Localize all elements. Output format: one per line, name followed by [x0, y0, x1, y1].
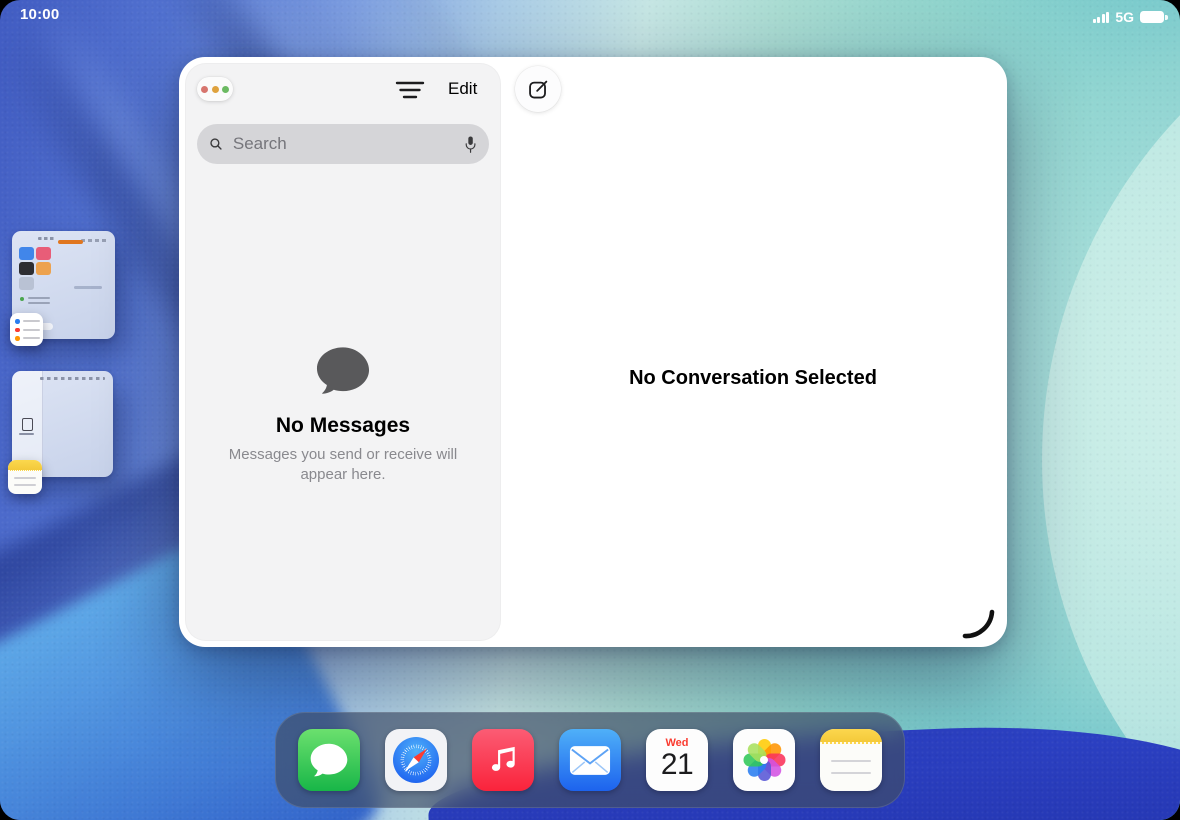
music-note-icon	[491, 746, 515, 771]
battery-icon	[1140, 11, 1168, 23]
thumb-toolbar-dashes	[81, 239, 107, 242]
dock-icon-mail[interactable]	[559, 729, 621, 791]
network-type-label: 5G	[1115, 9, 1134, 25]
thumb-toolbar-dashes	[38, 237, 56, 240]
ipad-screen: 10:00 5G Edit Search No Messages Message…	[0, 0, 1180, 820]
filter-button[interactable]	[395, 78, 425, 102]
dock-icon-safari[interactable]	[385, 729, 447, 791]
compose-button[interactable]	[515, 66, 561, 112]
search-field[interactable]	[197, 124, 489, 164]
edit-button[interactable]: Edit	[448, 79, 477, 99]
empty-state-title: No Messages	[275, 414, 411, 437]
minimize-dot-icon	[211, 85, 219, 93]
empty-state-subtitle: Messages you send or receive will appear…	[228, 446, 458, 484]
search-icon	[210, 138, 222, 150]
filter-lines-icon	[395, 81, 425, 99]
dock-icon-messages[interactable]	[298, 729, 360, 791]
thumb-placeholder-text	[74, 286, 102, 289]
notes-app-icon[interactable]	[8, 460, 42, 494]
status-right-cluster: 5G	[1092, 9, 1168, 25]
messages-bubble-icon	[310, 743, 348, 777]
thumb-tiles	[19, 247, 52, 290]
thumb-title-bar	[58, 240, 83, 244]
thumb-doc-label	[19, 433, 34, 435]
conversation-sidebar: Edit No Messages Messages you se	[185, 63, 501, 641]
status-time: 10:00	[20, 6, 60, 23]
compass-icon	[393, 737, 439, 783]
dock-icon-notes[interactable]	[820, 729, 882, 791]
thumb-toolbar-dashes	[40, 377, 105, 380]
cellular-signal-icon	[1092, 11, 1110, 23]
messages-window: Edit No Messages Messages you se	[179, 57, 1007, 647]
dock-icon-photos[interactable]	[733, 729, 795, 791]
window-resize-handle[interactable]	[959, 607, 997, 641]
speech-bubble-icon	[316, 347, 370, 394]
dock-icon-music[interactable]	[472, 729, 534, 791]
calendar-day: 21	[660, 748, 694, 781]
window-controls[interactable]	[197, 77, 233, 101]
reminders-app-icon[interactable]	[10, 313, 43, 346]
close-dot-icon	[201, 85, 208, 93]
no-conversation-title: No Conversation Selected	[629, 367, 877, 389]
thumb-list	[20, 294, 54, 304]
no-messages-empty-state: No Messages Messages you send or receive…	[186, 346, 500, 486]
zoom-dot-icon	[222, 85, 229, 93]
microphone-icon[interactable]	[464, 133, 477, 156]
square-and-pencil-icon	[528, 80, 547, 98]
envelope-icon	[569, 745, 611, 775]
dock: Wed 21	[275, 712, 905, 808]
search-input[interactable]	[230, 133, 456, 155]
corner-resize-arc-icon	[962, 609, 995, 639]
dock-icon-calendar[interactable]: Wed 21	[646, 729, 708, 791]
notes-band	[820, 729, 882, 744]
thumb-doc-icon	[22, 418, 33, 431]
